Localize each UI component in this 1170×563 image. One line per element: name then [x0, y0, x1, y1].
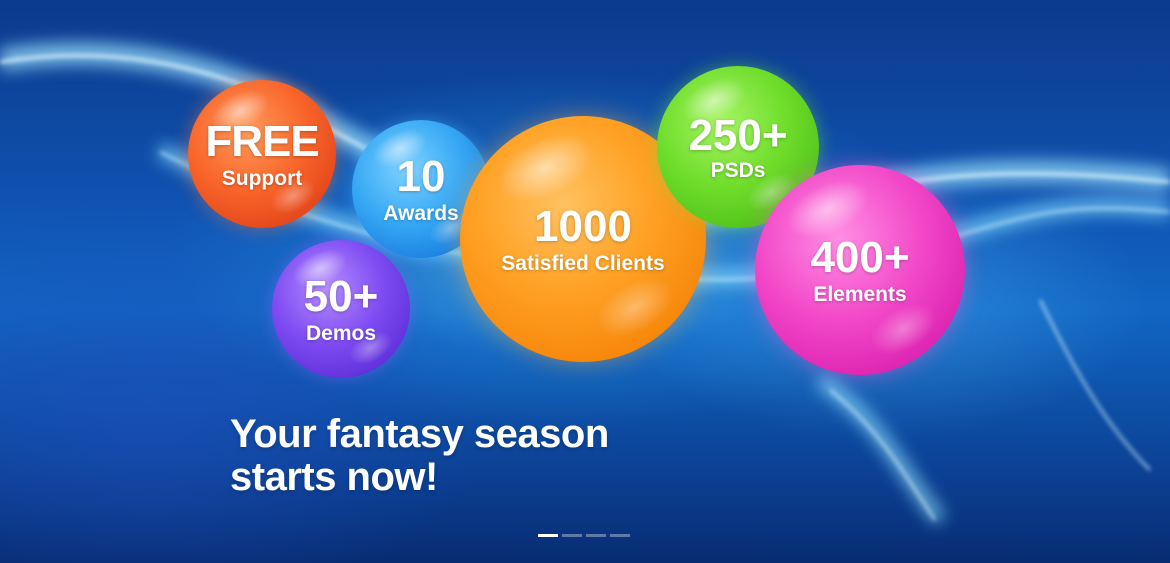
demos-bubble: 50+ Demos: [272, 240, 410, 378]
bubble-value: 400+: [810, 232, 910, 282]
slide-indicator-4[interactable]: [610, 534, 630, 537]
bubble-caption: Elements: [813, 282, 907, 306]
bubble-caption: PSDs: [710, 158, 766, 182]
hero-slider: FREE Support 10 Awards 50+ Demos 1000 Sa…: [0, 0, 1170, 563]
bubble-caption: Support: [221, 166, 303, 190]
hero-tagline: Your fantasy season starts now!: [230, 413, 609, 499]
tagline-line-2: starts now!: [230, 455, 438, 499]
slide-indicator-3[interactable]: [586, 534, 606, 537]
bubble-value: 1000: [534, 201, 632, 251]
elements-bubble: 400+ Elements: [755, 165, 965, 375]
bubble-caption: Satisfied Clients: [501, 251, 665, 275]
slide-indicator-2[interactable]: [562, 534, 582, 537]
slide-indicator-1[interactable]: [538, 534, 558, 537]
bubble-value: 10: [396, 151, 446, 201]
bubble-caption: Awards: [383, 201, 459, 225]
bubble-caption: Demos: [305, 321, 377, 345]
tagline-line-1: Your fantasy season: [230, 412, 609, 456]
bubble-value: 250+: [688, 110, 788, 160]
bubble-value: 50+: [303, 271, 379, 321]
slider-pagination: [538, 534, 630, 537]
bubble-value: FREE: [205, 116, 319, 166]
free-support-bubble: FREE Support: [188, 80, 336, 228]
